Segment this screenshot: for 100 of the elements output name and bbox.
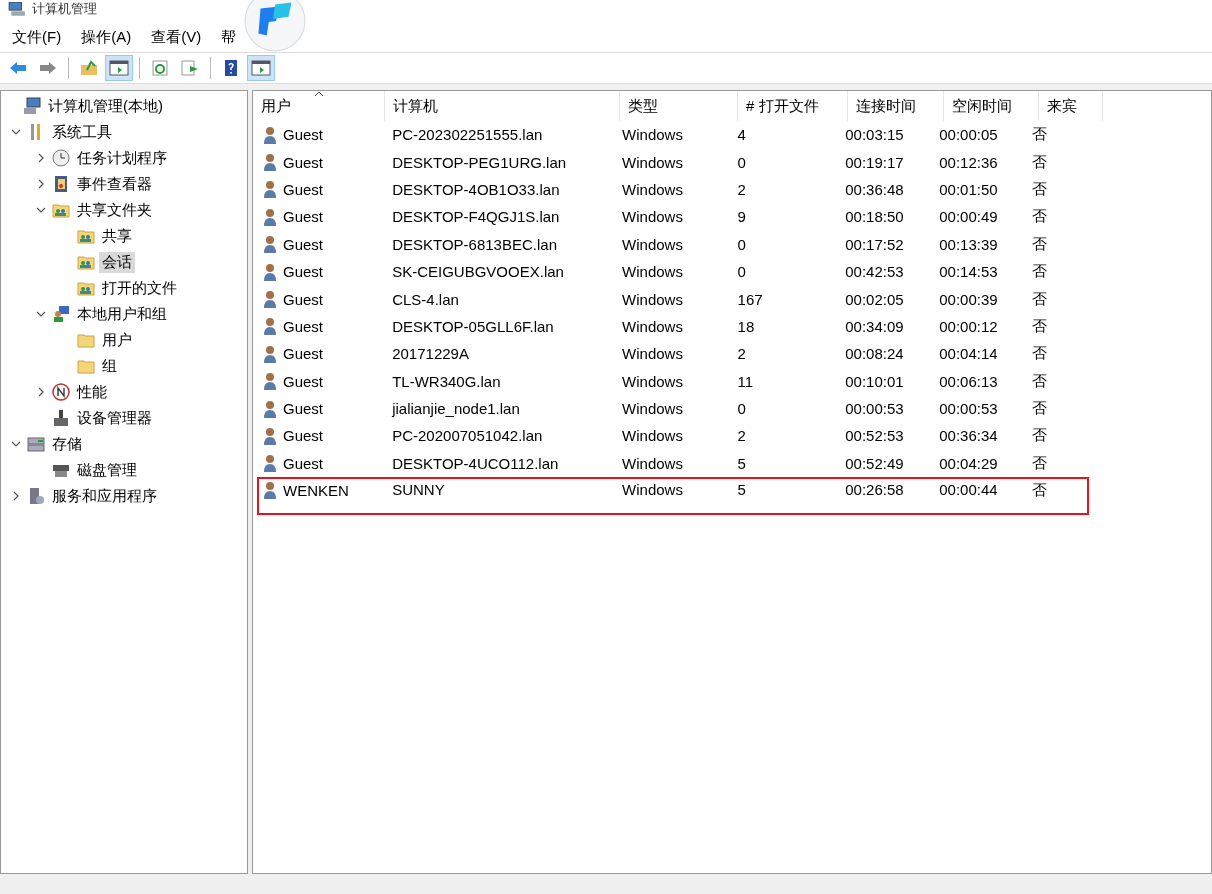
tree-item[interactable]: 任务计划程序: [74, 147, 170, 169]
table-cell: Windows: [622, 180, 683, 198]
chevron-right-icon[interactable]: [36, 179, 46, 189]
menu-item[interactable]: 操作(A): [81, 27, 132, 47]
tree-item[interactable]: 计算机管理(本地): [45, 95, 166, 117]
table-cell: DESKTOP-4UCO112.lan: [392, 454, 559, 472]
storage-icon: [27, 435, 45, 453]
table-cell: Guest: [283, 235, 324, 253]
menu-item[interactable]: 查看(V): [151, 27, 202, 47]
pane-icon: [251, 60, 271, 76]
tree-item[interactable]: 打开的文件: [99, 277, 180, 299]
table-cell: 0: [737, 400, 746, 418]
table-cell: Guest: [283, 427, 324, 445]
tree-item[interactable]: 事件查看器: [74, 173, 155, 195]
server-icon: [27, 487, 45, 505]
tree-item[interactable]: 共享文件夹: [74, 199, 155, 221]
chevron-right-icon[interactable]: [11, 491, 21, 501]
table-cell: 0: [737, 235, 746, 253]
table-cell: 否: [1032, 289, 1048, 309]
table-cell: 00:18:50: [845, 208, 904, 226]
table-cell: 否: [1032, 344, 1048, 364]
tree-item[interactable]: 系统工具: [49, 121, 115, 143]
folder-up-icon: [79, 60, 99, 76]
column-header[interactable]: 计算机: [385, 91, 620, 121]
table-cell: 00:08:24: [845, 345, 904, 363]
chevron-down-icon[interactable]: [36, 309, 46, 319]
table-cell: Windows: [622, 153, 683, 171]
pane-button[interactable]: [247, 55, 275, 81]
table-cell: 00:52:49: [845, 454, 904, 472]
tree-item[interactable]: 会话: [99, 251, 135, 273]
table-cell: 9: [737, 208, 746, 226]
table-cell: 00:00:49: [939, 208, 998, 226]
table-cell: CLS-4.lan: [392, 290, 459, 308]
table-cell: 否: [1032, 316, 1048, 336]
user-icon: [263, 317, 277, 336]
table-cell: Windows: [622, 481, 683, 499]
table-cell: 2: [737, 345, 746, 363]
table-cell: 00:19:17: [845, 153, 904, 171]
chevron-down-icon[interactable]: [36, 205, 46, 215]
table-cell: 00:00:12: [939, 317, 998, 335]
column-header[interactable]: # 打开文件: [738, 91, 848, 121]
table-cell: 00:01:50: [939, 180, 998, 198]
table-cell: 00:17:52: [845, 235, 904, 253]
table-cell: 否: [1032, 152, 1048, 172]
pane-icon: [109, 60, 129, 76]
tree-item[interactable]: 共享: [99, 225, 135, 247]
refresh-icon: [150, 60, 170, 76]
table-cell: Windows: [622, 263, 683, 281]
column-header[interactable]: 空闲时间: [944, 91, 1039, 121]
table-cell: Guest: [283, 263, 324, 281]
user-icon: [263, 481, 277, 500]
chevron-right-icon[interactable]: [36, 153, 46, 163]
table-cell: 否: [1032, 125, 1048, 145]
tree-item[interactable]: 组: [99, 355, 120, 377]
chevron-down-icon[interactable]: [11, 439, 21, 449]
chevron-right-icon[interactable]: [36, 387, 46, 397]
computer-icon: [8, 2, 26, 16]
table-cell: 00:00:05: [939, 126, 998, 144]
table-cell: Guest: [283, 345, 324, 363]
table-cell: Windows: [622, 290, 683, 308]
tree-button[interactable]: [105, 55, 133, 81]
user-icon: [263, 427, 277, 445]
user-icon: [263, 290, 277, 309]
column-header[interactable]: 用户: [253, 91, 385, 121]
tree-item[interactable]: 用户: [99, 329, 135, 351]
table-cell: DESKTOP-05GLL6F.lan: [392, 317, 554, 335]
column-header[interactable]: 来宾: [1039, 91, 1103, 121]
table-cell: Windows: [622, 317, 683, 335]
tree-item[interactable]: 本地用户和组: [74, 303, 170, 325]
table-cell: 00:12:36: [939, 153, 998, 171]
tree-item[interactable]: 服务和应用程序: [49, 485, 160, 507]
shared-folder-icon: [52, 201, 70, 219]
table-cell: 18: [737, 317, 755, 335]
table-cell: jialianjie_node1.lan: [392, 400, 520, 418]
table-cell: 00:14:53: [939, 263, 998, 281]
table-cell: 00:26:58: [845, 481, 904, 499]
user-icon: [263, 372, 277, 391]
computer-icon: [23, 97, 41, 115]
table-cell: 5: [737, 454, 746, 472]
table-cell: 否: [1032, 453, 1048, 473]
table-cell: 4: [737, 126, 746, 144]
column-header[interactable]: 类型: [620, 91, 738, 121]
user-icon: [263, 235, 277, 254]
table-cell: PC-202007051042.lan: [392, 427, 543, 445]
menu-item[interactable]: 文件(F): [12, 27, 62, 47]
table-cell: Windows: [622, 126, 683, 144]
table-cell: 否: [1032, 481, 1048, 501]
table-cell: 否: [1032, 234, 1048, 254]
table-cell: 否: [1032, 426, 1048, 446]
column-header[interactable]: 连接时间: [848, 91, 944, 121]
tree-item[interactable]: 磁盘管理: [74, 459, 140, 481]
chevron-down-icon[interactable]: [11, 127, 21, 137]
table-cell: Windows: [622, 345, 683, 363]
user-icon: [263, 125, 277, 144]
tree-item[interactable]: 性能: [74, 381, 110, 403]
tree-item[interactable]: 存储: [49, 433, 85, 455]
table-cell: 00:04:14: [939, 345, 998, 363]
menu-item[interactable]: 帮: [221, 27, 237, 47]
table-cell: 00:00:44: [939, 481, 998, 499]
tree-item[interactable]: 设备管理器: [74, 407, 155, 429]
